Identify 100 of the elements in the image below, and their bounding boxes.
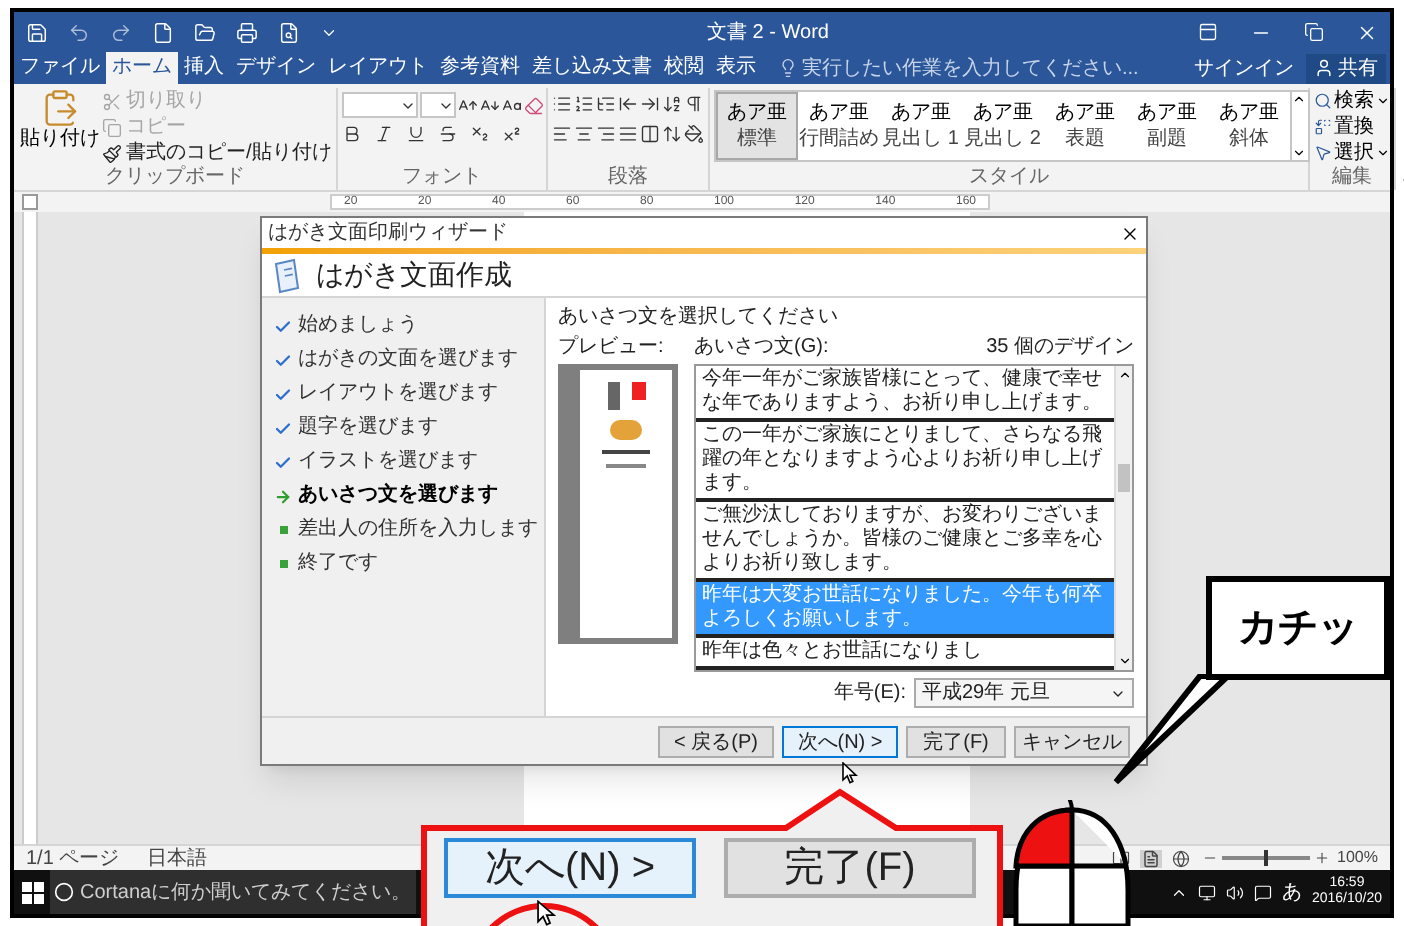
wizard-step: 題字を選びます	[298, 416, 438, 440]
undo-icon[interactable]	[68, 21, 90, 43]
shading-icon[interactable]	[683, 124, 704, 144]
editing-button[interactable]: 選択	[1313, 140, 1390, 166]
align-center-icon[interactable]	[573, 124, 594, 144]
ribbon-tab[interactable]: 参考資料	[434, 52, 526, 84]
subscript-icon[interactable]	[469, 124, 490, 144]
dialog-button[interactable]: キャンセル	[1014, 725, 1130, 757]
gallery-scroll[interactable]	[1289, 92, 1308, 160]
close-icon[interactable]	[1120, 223, 1140, 243]
align-left-icon[interactable]	[551, 124, 572, 144]
ribbon-tab[interactable]: 差し込み文書	[526, 52, 658, 84]
editing-button[interactable]: 置換	[1313, 114, 1390, 140]
increase-indent-icon[interactable]	[639, 94, 660, 114]
style-item[interactable]: あア亜 見出し 2	[961, 92, 1044, 160]
share-button[interactable]: 共有	[1306, 53, 1386, 83]
new-document-icon[interactable]	[152, 21, 174, 43]
decrease-indent-icon[interactable]	[617, 94, 638, 114]
font-name-field[interactable]	[341, 92, 418, 118]
close-icon[interactable]	[1356, 21, 1378, 43]
zoom-thumb[interactable]	[1263, 850, 1268, 866]
change-case-icon[interactable]	[501, 95, 522, 115]
cortana-search-field[interactable]: Cortanaに何か聞いてみてください。	[50, 870, 416, 914]
group-label: 段落	[607, 166, 648, 190]
dialog-button[interactable]: 完了(F)	[906, 725, 1006, 757]
font-size-field[interactable]	[419, 92, 456, 118]
paintbrush-icon	[102, 143, 122, 163]
style-item[interactable]: あア亜 表題	[1043, 92, 1126, 160]
restore-icon[interactable]	[1304, 22, 1324, 42]
style-item[interactable]: あア亜 標準	[715, 92, 798, 160]
multilevel-list-icon[interactable]	[595, 94, 616, 114]
web-layout-icon[interactable]	[1171, 849, 1190, 867]
editing-button[interactable]: 検索	[1313, 88, 1390, 114]
ribbon-tab[interactable]: ホーム	[106, 52, 178, 84]
window-title: 文書 2 - Word	[707, 19, 829, 47]
ribbon-tab[interactable]: 表示	[710, 52, 762, 84]
columns-icon[interactable]	[639, 124, 660, 144]
search-icon	[1313, 92, 1332, 110]
scroll-thumb[interactable]	[1118, 464, 1130, 492]
line-spacing-icon[interactable]	[661, 124, 682, 144]
style-item[interactable]: あア亜 斜体	[1207, 92, 1290, 160]
instruction-text: あいさつ文を選択してください	[558, 306, 840, 330]
enlarged-button[interactable]: 完了(F)	[724, 838, 976, 898]
style-item[interactable]: あア亜 副題	[1125, 92, 1208, 160]
wizard-step: 差出人の住所を入力します	[298, 518, 538, 542]
greeting-list[interactable]: 今年一年がご家族皆様にとって、健康で幸せな年でありますよう、お祈り申し上げます。 この一年がご家族にとりまして、さらなる飛躍の年となりますよう心よりお祈り申し上げます。 ご無沙汰しておりますが、お変わりございませんでしょうか。皆様のご健康とご多幸を心よりお祈り致します。 昨年は大変お世話になりました。今年も何卒よろしくお願いします。 昨年は色々とお世話になりまし	[694, 364, 1134, 672]
justify-icon[interactable]	[617, 124, 638, 144]
dialog-button[interactable]: < 戻る(P)	[658, 725, 774, 757]
zoom-in-icon[interactable]	[1313, 850, 1330, 866]
print-preview-icon[interactable]	[278, 21, 300, 43]
dialog-heading: はがき文面作成	[316, 256, 512, 294]
folder-icon[interactable]	[194, 21, 216, 43]
save-icon[interactable]	[26, 21, 48, 43]
group-label: スタイル	[968, 166, 1049, 190]
shrink-font-icon[interactable]	[479, 95, 500, 115]
page-count: 1/1 ページ	[26, 845, 120, 873]
tab-selector[interactable]	[22, 194, 38, 210]
wizard-icon	[272, 257, 304, 293]
lightbulb-icon	[778, 58, 798, 78]
dialog-button[interactable]: 次へ(N) >	[782, 725, 898, 757]
sort-icon[interactable]	[661, 94, 682, 114]
era-dropdown[interactable]: 平成29年 元旦	[914, 678, 1134, 708]
ribbon-tab[interactable]: レイアウト	[322, 52, 434, 84]
strikethrough-icon[interactable]	[437, 124, 458, 144]
greeting-item[interactable]: 昨年は色々とお世話になりまし	[696, 638, 1114, 670]
enlarged-button[interactable]: 次へ(N) >	[444, 838, 696, 898]
group-label: 編集	[1331, 166, 1372, 190]
grow-font-icon[interactable]	[457, 95, 478, 115]
ribbon-tab[interactable]: デザイン	[230, 52, 322, 84]
align-right-icon[interactable]	[595, 124, 616, 144]
scroll-down-icon	[1292, 146, 1307, 160]
style-item[interactable]: あア亜 行間詰め	[797, 92, 880, 160]
sign-in-link[interactable]: サインイン	[1194, 53, 1294, 83]
bold-icon[interactable]	[341, 124, 362, 144]
numbering-icon[interactable]	[573, 94, 594, 114]
printer-icon[interactable]	[236, 21, 258, 43]
language-indicator: 日本語	[147, 845, 208, 873]
style-item[interactable]: あア亜 見出し 1	[879, 92, 962, 160]
underline-icon[interactable]	[405, 124, 426, 144]
network-icon[interactable]	[1197, 883, 1216, 901]
era-label: 年号(E):	[833, 680, 906, 708]
ribbon-tab[interactable]: 校閲	[658, 52, 710, 84]
pilcrow-icon[interactable]	[683, 94, 704, 114]
speaker-icon[interactable]	[1225, 883, 1244, 901]
clipboard-button[interactable]: 書式のコピー/貼り付け	[102, 140, 332, 166]
superscript-icon[interactable]	[501, 124, 522, 144]
eraser-icon[interactable]	[523, 95, 544, 115]
redo-icon[interactable]	[110, 21, 132, 43]
tell-me-field[interactable]: 実行したい作業を入力してください...	[778, 53, 1139, 83]
notification-icon[interactable]	[1253, 883, 1272, 901]
ribbon-tab[interactable]: 挿入	[178, 52, 230, 84]
paste-button[interactable]: 貼り付け	[18, 88, 102, 166]
ribbon-display-icon[interactable]	[1198, 22, 1218, 42]
cursor-arrow-icon	[536, 900, 556, 926]
italic-icon[interactable]	[373, 124, 394, 144]
wizard-step: 終了です	[298, 552, 378, 576]
ribbon-tab[interactable]: ファイル	[14, 52, 106, 84]
windows-logo-icon[interactable]	[22, 881, 44, 903]
print-layout-icon[interactable]	[1141, 849, 1160, 867]
ime-indicator[interactable]: あ	[1281, 877, 1302, 907]
